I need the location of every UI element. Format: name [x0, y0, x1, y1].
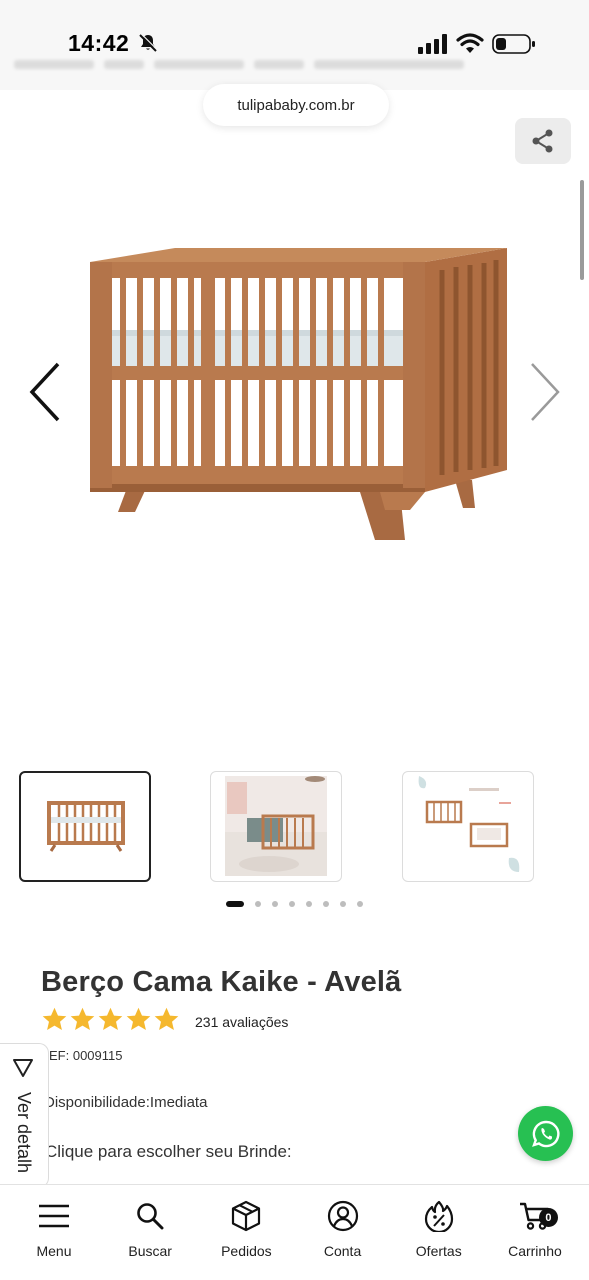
- nav-offers[interactable]: Ofertas: [391, 1185, 487, 1280]
- carousel-dot[interactable]: [323, 901, 329, 907]
- carousel-dot[interactable]: [226, 901, 244, 907]
- nav-orders[interactable]: Pedidos: [198, 1185, 294, 1280]
- thumbnail-2[interactable]: [210, 771, 342, 882]
- thumbnail-crib-image: [47, 801, 125, 852]
- thumbnail-infographic-image: [418, 776, 520, 872]
- wifi-icon: [456, 33, 484, 53]
- play-triangle-icon: [13, 1059, 33, 1077]
- carousel-dot[interactable]: [306, 901, 312, 907]
- star-icon: [98, 1007, 123, 1030]
- product-title: Berço Cama Kaike - Avelã: [41, 966, 402, 998]
- rating-stars[interactable]: [41, 1006, 180, 1033]
- chevron-left-icon[interactable]: [24, 360, 68, 424]
- breadcrumb: [14, 57, 494, 71]
- discount-flame-icon: [424, 1200, 453, 1232]
- thumbnail-nursery-image: [225, 776, 327, 876]
- chevron-right-icon[interactable]: [522, 360, 566, 424]
- nav-orders-label: Pedidos: [221, 1243, 272, 1259]
- availability-text: Disponibilidade:Imediata: [44, 1094, 208, 1111]
- whatsapp-icon: [531, 1120, 559, 1147]
- hamburger-icon: [39, 1204, 69, 1228]
- nav-cart[interactable]: 0 Carrinho: [487, 1185, 583, 1280]
- bottom-nav: Menu Buscar Pedidos Conta Ofertas 0 Carr…: [0, 1184, 589, 1280]
- nav-offers-label: Ofertas: [415, 1243, 462, 1259]
- product-main-image[interactable]: [80, 230, 520, 560]
- carousel-dot[interactable]: [340, 901, 346, 907]
- box-icon: [232, 1200, 261, 1232]
- scrollbar[interactable]: [580, 180, 584, 280]
- carousel-pagination: [226, 901, 363, 907]
- status-bar: 14:42: [0, 0, 589, 90]
- star-icon: [70, 1007, 95, 1030]
- battery-icon: [492, 34, 535, 54]
- star-icon: [154, 1007, 179, 1030]
- view-details-tab[interactable]: Ver detalh: [0, 1043, 49, 1188]
- nav-account-label: Conta: [323, 1243, 362, 1259]
- star-icon: [42, 1007, 67, 1030]
- status-time: 14:42: [68, 30, 130, 56]
- carousel-dot[interactable]: [255, 901, 261, 907]
- url-bar[interactable]: tulipababy.com.br: [203, 84, 389, 126]
- share-icon: [532, 129, 553, 153]
- nav-cart-label: Carrinho: [508, 1243, 562, 1259]
- user-circle-icon: [327, 1200, 358, 1232]
- nav-account[interactable]: Conta: [295, 1185, 391, 1280]
- signal-icon: [418, 34, 447, 54]
- star-icon: [126, 1007, 151, 1030]
- thumbnail-1[interactable]: [19, 771, 151, 882]
- carousel-dot[interactable]: [357, 901, 363, 907]
- cart-count-badge: 0: [538, 1208, 558, 1227]
- url-text: tulipababy.com.br: [237, 96, 355, 114]
- nav-menu-label: Menu: [36, 1243, 72, 1259]
- view-details-label: Ver detalh: [14, 1092, 34, 1174]
- share-button[interactable]: [515, 118, 571, 164]
- carousel-dot[interactable]: [289, 901, 295, 907]
- carousel-dot[interactable]: [272, 901, 278, 907]
- nav-menu[interactable]: Menu: [6, 1185, 102, 1280]
- whatsapp-button[interactable]: [518, 1106, 573, 1161]
- nav-search-label: Buscar: [128, 1243, 172, 1259]
- bell-slash-icon: [139, 33, 158, 52]
- thumbnail-3[interactable]: [402, 771, 534, 882]
- gift-prompt[interactable]: Clique para escolher seu Brinde:: [45, 1142, 292, 1162]
- search-icon: [137, 1203, 164, 1230]
- nav-search[interactable]: Buscar: [102, 1185, 198, 1280]
- product-ref: EF: 0009115: [49, 1048, 123, 1063]
- review-count-link[interactable]: 231 avaliações: [195, 1014, 288, 1030]
